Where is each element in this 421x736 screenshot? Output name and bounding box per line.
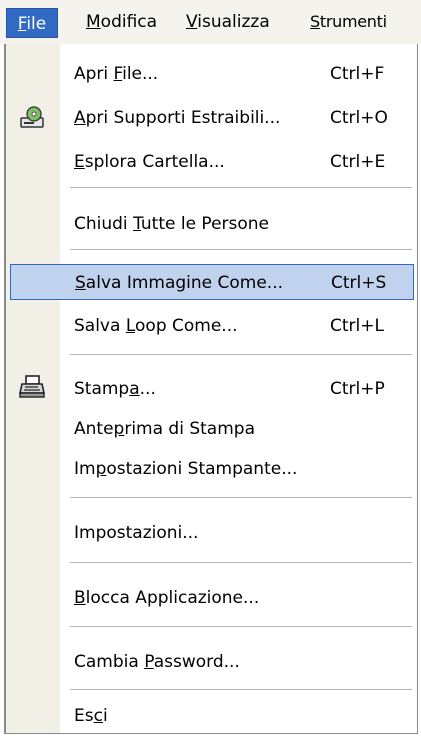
menu-modifica[interactable]: Modifica <box>86 10 157 34</box>
menu-separator <box>70 562 412 563</box>
menu-item-salva-loop[interactable]: Salva Loop Come... Ctrl+L <box>6 308 416 344</box>
disc-drive-icon <box>20 106 44 128</box>
printer-icon <box>19 375 45 398</box>
menu-item-label: Impostazioni Stampante... <box>74 459 298 479</box>
menu-file[interactable]: File <box>6 8 58 38</box>
menu-item-anteprima-stampa[interactable]: Anteprima di Stampa <box>6 411 416 447</box>
menu-item-label: Apri Supporti Estraibili... <box>74 108 281 128</box>
menu-item-chiudi-persone[interactable]: Chiudi Tutte le Persone <box>6 206 416 242</box>
menu-modifica-label: odifica <box>100 12 158 32</box>
menu-separator <box>70 497 412 498</box>
menu-item-cambia-password[interactable]: Cambia Password... <box>6 644 416 680</box>
menu-item-esci[interactable]: Esci <box>6 698 416 734</box>
menu-item-impostazioni-stampante[interactable]: Impostazioni Stampante... <box>6 451 416 487</box>
menu-separator <box>70 689 412 690</box>
menu-item-salva-immagine[interactable]: Salva Immagine Come... Ctrl+S <box>10 264 414 300</box>
menu-item-label: Apri File... <box>74 64 159 84</box>
menu-item-shortcut: Ctrl+E <box>330 152 386 172</box>
menu-item-label: Stampa... <box>74 379 156 399</box>
menu-modifica-mnemonic: M <box>86 12 101 32</box>
menu-item-shortcut: Ctrl+S <box>331 273 387 293</box>
menu-item-apri-file[interactable]: Apri File... Ctrl+F <box>6 56 416 92</box>
menu-item-impostazioni[interactable]: Impostazioni... <box>6 515 416 551</box>
menu-visualizza-label: isualizza <box>197 12 270 32</box>
menu-strumenti-label: trumenti <box>319 12 387 31</box>
menu-strumenti-mnemonic: S <box>310 12 320 31</box>
menu-item-label: Esplora Cartella... <box>74 152 225 172</box>
menu-item-stampa[interactable]: Stampa... Ctrl+P <box>6 371 416 407</box>
menu-item-label: Anteprima di Stampa <box>74 419 255 439</box>
menu-file-label: ile <box>26 14 47 34</box>
menu-item-label: Blocca Applicazione... <box>74 588 260 608</box>
menu-item-apri-supporti[interactable]: Apri Supporti Estraibili... Ctrl+O <box>6 100 416 136</box>
menu-separator <box>70 249 412 250</box>
menu-item-label: Cambia Password... <box>74 652 240 672</box>
menu-separator <box>70 354 412 355</box>
file-menu-dropdown: Apri File... Ctrl+F Apri Supporti Estrai… <box>4 44 418 734</box>
menu-item-shortcut: Ctrl+L <box>330 316 384 336</box>
menu-bar: File Modifica Visualizza Strumenti <box>0 0 421 44</box>
menu-separator <box>70 187 412 188</box>
menu-item-label: Salva Loop Come... <box>74 316 238 336</box>
menu-visualizza-mnemonic: V <box>186 12 198 32</box>
menu-visualizza[interactable]: Visualizza <box>186 10 270 34</box>
menu-item-shortcut: Ctrl+F <box>330 64 385 84</box>
menu-separator <box>70 626 412 627</box>
menu-item-label: Salva Immagine Come... <box>75 273 284 293</box>
menu-item-label: Impostazioni... <box>74 523 199 543</box>
menu-item-blocca-applicazione[interactable]: Blocca Applicazione... <box>6 580 416 616</box>
menu-strumenti[interactable]: Strumenti <box>310 10 387 34</box>
menu-item-shortcut: Ctrl+P <box>330 379 385 399</box>
menu-item-shortcut: Ctrl+O <box>330 108 388 128</box>
menu-item-label: Esci <box>74 706 108 726</box>
menu-item-label: Chiudi Tutte le Persone <box>74 214 270 234</box>
menu-item-esplora-cartella[interactable]: Esplora Cartella... Ctrl+E <box>6 144 416 180</box>
